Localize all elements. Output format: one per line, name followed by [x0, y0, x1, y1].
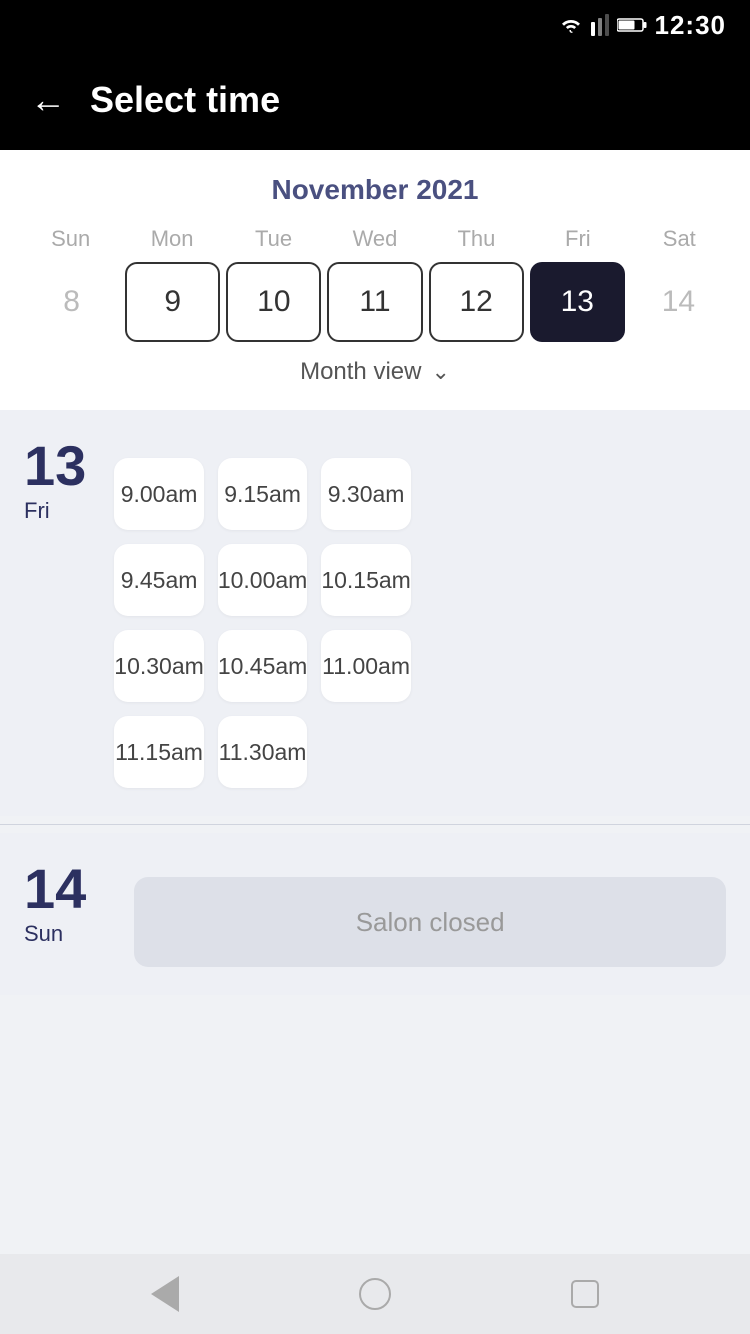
- day-13-info: 13 Fri: [24, 438, 86, 524]
- bottom-nav: [0, 1254, 750, 1334]
- page-title: Select time: [90, 79, 280, 121]
- section-divider: [0, 824, 750, 825]
- day-13-section: 13 Fri 9.00am 9.15am 9.30am 9.45am 10.00…: [0, 410, 750, 816]
- date-cell-10[interactable]: 10: [226, 262, 321, 342]
- time-slot-930[interactable]: 9.30am: [321, 458, 411, 530]
- day-13-header: 13 Fri 9.00am 9.15am 9.30am 9.45am 10.00…: [24, 438, 726, 788]
- status-icons: 12:30: [559, 10, 727, 41]
- weekday-thu: Thu: [426, 226, 527, 252]
- recents-nav-button[interactable]: [565, 1274, 605, 1314]
- wifi-icon: [559, 16, 583, 34]
- calendar-section: November 2021 Sun Mon Tue Wed Thu Fri Sa…: [0, 150, 750, 410]
- time-slot-1100[interactable]: 11.00am: [321, 630, 411, 702]
- status-bar: 12:30: [0, 0, 750, 50]
- weekday-tue: Tue: [223, 226, 324, 252]
- day-14-info: 14 Sun: [24, 861, 86, 947]
- time-slot-915[interactable]: 9.15am: [218, 458, 308, 530]
- day-14-section: 14 Sun Salon closed: [0, 833, 750, 995]
- chevron-down-icon: ⌄: [431, 359, 449, 385]
- time-slots-grid: 9.00am 9.15am 9.30am 9.45am 10.00am 10.1…: [114, 458, 411, 788]
- weekday-wed: Wed: [324, 226, 425, 252]
- back-nav-button[interactable]: [145, 1274, 185, 1314]
- time-slot-945[interactable]: 9.45am: [114, 544, 204, 616]
- weekday-mon: Mon: [121, 226, 222, 252]
- recents-nav-icon: [571, 1280, 599, 1308]
- time-slot-1030[interactable]: 10.30am: [114, 630, 204, 702]
- weekday-sat: Sat: [629, 226, 730, 252]
- day-14-header: 14 Sun Salon closed: [24, 861, 726, 967]
- date-cell-8[interactable]: 8: [24, 262, 119, 342]
- back-nav-icon: [151, 1276, 179, 1312]
- status-time: 12:30: [655, 10, 727, 41]
- time-slot-1115[interactable]: 11.15am: [114, 716, 204, 788]
- date-cell-13[interactable]: 13: [530, 262, 625, 342]
- time-slot-1130[interactable]: 11.30am: [218, 716, 308, 788]
- day-13-name: Fri: [24, 498, 86, 524]
- back-button[interactable]: ←: [30, 79, 66, 121]
- date-cell-12[interactable]: 12: [429, 262, 524, 342]
- time-slot-1015[interactable]: 10.15am: [321, 544, 411, 616]
- date-cell-9[interactable]: 9: [125, 262, 220, 342]
- home-nav-button[interactable]: [355, 1274, 395, 1314]
- battery-icon: [617, 17, 647, 33]
- day-14-name: Sun: [24, 921, 86, 947]
- month-year-label: November 2021: [20, 174, 730, 206]
- time-slot-1000[interactable]: 10.00am: [218, 544, 308, 616]
- home-nav-icon: [359, 1278, 391, 1310]
- date-cell-11[interactable]: 11: [327, 262, 422, 342]
- day-14-number: 14: [24, 861, 86, 917]
- month-view-label: Month view: [300, 358, 421, 386]
- day-13-number: 13: [24, 438, 86, 494]
- salon-closed-banner: Salon closed: [134, 877, 726, 967]
- dates-row: 8 9 10 11 12 13 14: [20, 262, 730, 342]
- signal-icon: [591, 14, 609, 36]
- time-slot-900[interactable]: 9.00am: [114, 458, 204, 530]
- date-cell-14[interactable]: 14: [631, 262, 726, 342]
- weekday-sun: Sun: [20, 226, 121, 252]
- weekday-fri: Fri: [527, 226, 628, 252]
- app-header: ← Select time: [0, 50, 750, 150]
- time-slot-1045[interactable]: 10.45am: [218, 630, 308, 702]
- weekdays-row: Sun Mon Tue Wed Thu Fri Sat: [20, 226, 730, 252]
- month-view-toggle[interactable]: Month view ⌄: [20, 342, 730, 394]
